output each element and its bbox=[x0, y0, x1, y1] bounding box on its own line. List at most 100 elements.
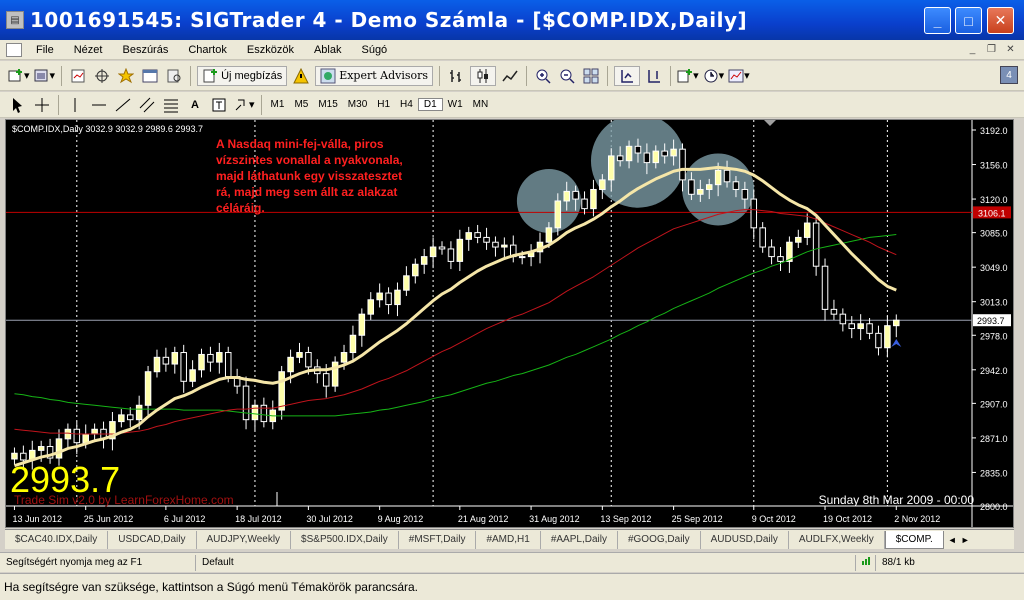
horizontal-line-icon[interactable] bbox=[89, 95, 109, 115]
tab-cac40[interactable]: $CAC40.IDX,Daily bbox=[5, 530, 109, 549]
chart-canvas[interactable]: 3192.0 3156.0 3120.0 3085.0 3049.0 3013.0 2978… bbox=[6, 120, 1014, 528]
data-window-icon[interactable] bbox=[92, 66, 112, 86]
chart-shift-marker-icon bbox=[764, 120, 776, 126]
candle bbox=[358, 308, 366, 347]
buy-arrow-icon bbox=[891, 338, 902, 347]
maximize-button[interactable]: □ bbox=[955, 7, 982, 34]
text-label-icon[interactable] bbox=[209, 95, 229, 115]
bear-candle-body bbox=[242, 385, 250, 421]
indicators-icon[interactable]: ▾ bbox=[677, 66, 699, 86]
tab-sp500[interactable]: $S&P500.IDX,Daily bbox=[291, 530, 399, 549]
bear-candle-body bbox=[661, 150, 668, 157]
bear-candle-body bbox=[830, 308, 838, 315]
chart-shift-icon[interactable] bbox=[644, 66, 664, 86]
chart-info: $COMP.IDX,Daily 3032.9 3032.9 2989.6 299… bbox=[12, 124, 203, 134]
y-tick-label: 3156.0 bbox=[980, 161, 1008, 171]
close-button[interactable]: ✕ bbox=[987, 7, 1014, 34]
tab-msft[interactable]: #MSFT,Daily bbox=[399, 530, 477, 549]
period-m30[interactable]: M30 bbox=[343, 99, 372, 110]
candle bbox=[296, 342, 303, 364]
price-chart[interactable]: 3192.0 3156.0 3120.0 3085.0 3049.0 3013.0 2978… bbox=[5, 119, 1014, 528]
period-h1[interactable]: H1 bbox=[372, 99, 395, 110]
warning-icon[interactable] bbox=[291, 66, 311, 86]
minimize-button[interactable]: _ bbox=[924, 7, 951, 34]
period-mn[interactable]: MN bbox=[468, 99, 494, 110]
periods-icon[interactable]: ▾ bbox=[703, 66, 724, 86]
menu-view[interactable]: Nézet bbox=[64, 44, 113, 56]
chart-window-icon[interactable] bbox=[6, 42, 22, 57]
menu-help[interactable]: Súgó bbox=[351, 44, 397, 56]
mdi-restore-icon[interactable]: ❐ bbox=[984, 42, 999, 56]
templates-icon[interactable]: ▾ bbox=[728, 66, 750, 86]
candle bbox=[109, 412, 116, 451]
cursor-icon[interactable] bbox=[8, 95, 28, 115]
mdi-close-icon[interactable]: ✕ bbox=[1003, 42, 1018, 56]
bull-candle-body bbox=[91, 428, 98, 435]
tab-usdcad[interactable]: USDCAD,Daily bbox=[108, 530, 197, 549]
profiles-icon[interactable]: ▾ bbox=[34, 66, 55, 86]
x-tick-label: 18 Jul 2012 bbox=[235, 514, 282, 524]
channel-icon[interactable] bbox=[137, 95, 157, 115]
status-traffic: 88/1 kb bbox=[882, 556, 915, 568]
status-bar: Segítségért nyomja meg az F1 Default 88/… bbox=[0, 552, 1024, 572]
x-tick-label: 25 Sep 2012 bbox=[672, 514, 723, 524]
menu-window[interactable]: Ablak bbox=[304, 44, 352, 56]
period-h4[interactable]: H4 bbox=[395, 99, 418, 110]
x-tick-label: 13 Sep 2012 bbox=[600, 514, 651, 524]
x-tick-label: 30 Jul 2012 bbox=[306, 514, 353, 524]
bull-candle-body bbox=[171, 352, 179, 365]
text-icon[interactable]: A bbox=[185, 95, 205, 115]
period-m15[interactable]: M15 bbox=[313, 99, 342, 110]
vertical-line-icon[interactable] bbox=[65, 95, 85, 115]
menu-insert[interactable]: Beszúrás bbox=[112, 44, 178, 56]
period-w1[interactable]: W1 bbox=[443, 99, 468, 110]
tab-amd[interactable]: #AMD,H1 bbox=[476, 530, 541, 549]
candle bbox=[367, 292, 375, 320]
app-icon[interactable]: ▤ bbox=[6, 11, 24, 29]
expert-advisors-button[interactable]: Expert Advisors bbox=[315, 65, 434, 86]
auto-scroll-icon[interactable] bbox=[614, 65, 641, 86]
navigator-icon[interactable] bbox=[116, 66, 136, 86]
candle bbox=[385, 287, 392, 315]
period-m5[interactable]: M5 bbox=[289, 99, 313, 110]
candle bbox=[376, 283, 383, 308]
zoom-out-icon[interactable] bbox=[557, 66, 577, 86]
tab-scroll-right-icon[interactable]: ► bbox=[961, 535, 970, 545]
period-d1[interactable]: D1 bbox=[417, 98, 443, 111]
mdi-minimize-icon[interactable]: _ bbox=[965, 42, 980, 56]
line-chart-icon[interactable] bbox=[500, 66, 520, 86]
candle bbox=[403, 266, 410, 296]
tab-audjpy[interactable]: AUDJPY,Weekly bbox=[197, 530, 292, 549]
bar-chart-icon[interactable] bbox=[446, 66, 466, 86]
menu-charts[interactable]: Chartok bbox=[178, 44, 237, 56]
candle bbox=[581, 191, 588, 215]
new-chart-icon[interactable]: ▾ bbox=[8, 66, 30, 86]
market-watch-icon[interactable] bbox=[68, 66, 88, 86]
fibonacci-icon[interactable] bbox=[161, 95, 181, 115]
tab-scroll-left-icon[interactable]: ◄ bbox=[948, 535, 957, 545]
tab-audusd[interactable]: AUDUSD,Daily bbox=[701, 530, 789, 549]
bull-candle-body bbox=[705, 184, 713, 190]
notification-badge[interactable]: 4 bbox=[1000, 66, 1018, 84]
candlestick-chart-icon[interactable] bbox=[470, 65, 497, 86]
zoom-in-icon[interactable] bbox=[533, 66, 553, 86]
menu-tools[interactable]: Eszközök bbox=[237, 44, 304, 56]
candle bbox=[821, 258, 829, 321]
period-m1[interactable]: M1 bbox=[266, 99, 290, 110]
arrows-icon[interactable]: ▾ bbox=[233, 95, 255, 115]
tab-audlfx[interactable]: AUDLFX,Weekly bbox=[789, 530, 885, 549]
bull-candle-body bbox=[296, 352, 303, 358]
tab-aapl[interactable]: #AAPL,Daily bbox=[541, 530, 618, 549]
tile-windows-icon[interactable] bbox=[581, 66, 601, 86]
crosshair-icon[interactable] bbox=[32, 95, 52, 115]
new-order-button[interactable]: Új megbízás bbox=[197, 65, 288, 86]
candle bbox=[412, 258, 419, 284]
bear-candle-body bbox=[848, 323, 856, 330]
tab-goog[interactable]: #GOOG,Daily bbox=[618, 530, 701, 549]
menu-file[interactable]: File bbox=[26, 44, 64, 56]
terminal-icon[interactable] bbox=[140, 66, 160, 86]
strategy-tester-icon[interactable] bbox=[164, 66, 184, 86]
candle bbox=[893, 314, 900, 338]
trend-line-icon[interactable] bbox=[113, 95, 133, 115]
tab-comp[interactable]: $COMP. bbox=[884, 530, 944, 549]
